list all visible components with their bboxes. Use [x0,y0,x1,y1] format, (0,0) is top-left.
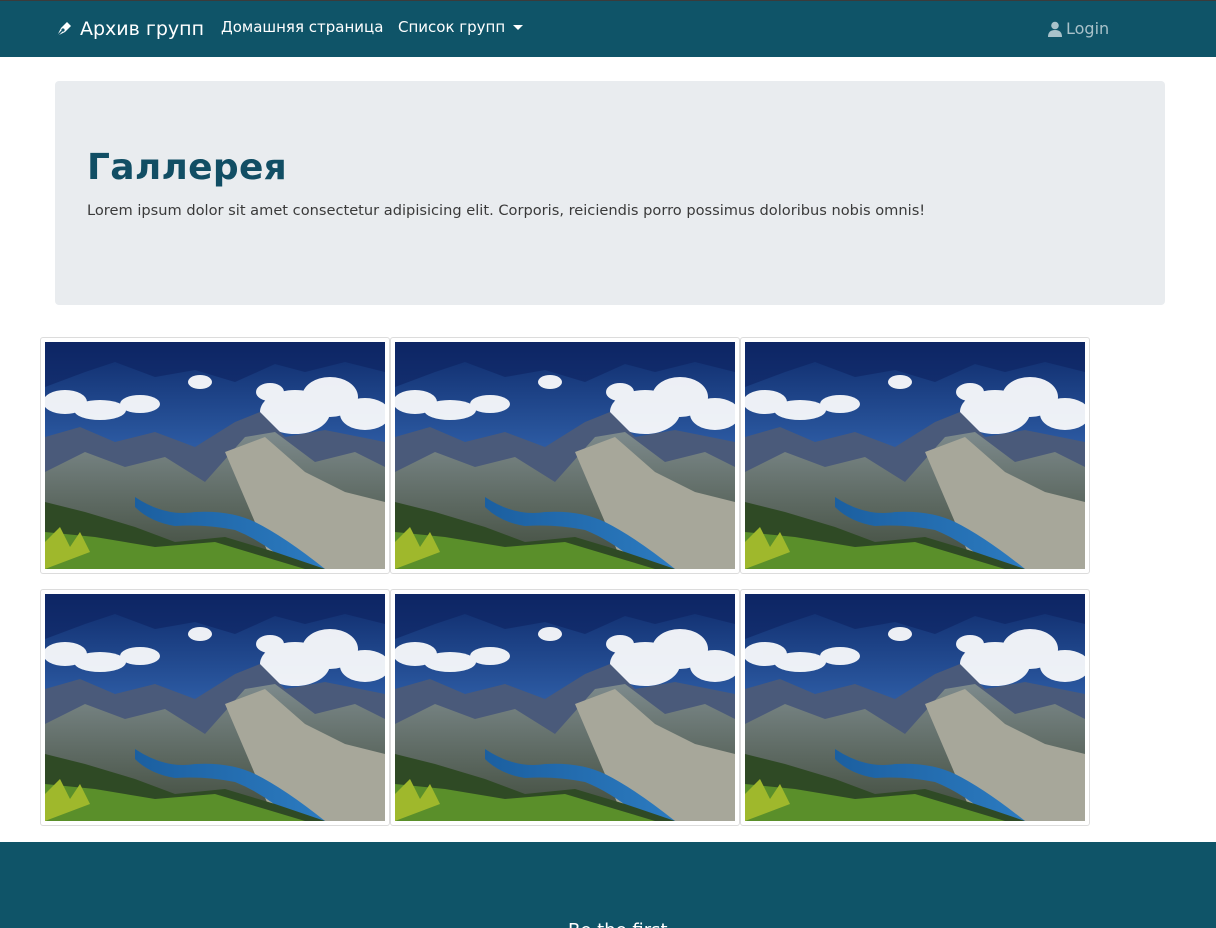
landscape-photo [395,594,735,821]
gallery-image-6[interactable] [740,589,1090,826]
footer-text: Be the first... [568,920,685,928]
user-icon [1048,21,1062,37]
gallery-header: Галлерея Lorem ipsum dolor sit amet cons… [55,81,1165,305]
nav-groups-dropdown[interactable]: Список групп [398,18,524,36]
gallery-image-4[interactable] [40,589,390,826]
chevron-down-icon [513,24,524,30]
login-label: Login [1066,19,1110,38]
brand-label: Архив групп [80,18,205,40]
gallery-image-1[interactable] [40,337,390,574]
page-title: Галлерея [87,147,288,188]
landscape-photo [45,594,385,821]
nav-home-link[interactable]: Домашняя страница [221,18,383,36]
login-link[interactable]: Login [1048,19,1109,38]
landscape-photo [395,342,735,569]
landscape-photo [745,342,1085,569]
page-footer: Be the first... [0,842,1216,928]
pen-nib-icon [56,22,71,37]
brand-link[interactable]: Архив групп [54,16,204,42]
page-lead: Lorem ipsum dolor sit amet consectetur a… [87,202,926,219]
top-navbar: Архив групп Домашняя страница Список гру… [0,0,1216,57]
landscape-photo [745,594,1085,821]
gallery-image-3[interactable] [740,337,1090,574]
gallery-image-2[interactable] [390,337,740,574]
landscape-photo [45,342,385,569]
nav-groups-label: Список групп [398,18,506,36]
gallery-image-5[interactable] [390,589,740,826]
